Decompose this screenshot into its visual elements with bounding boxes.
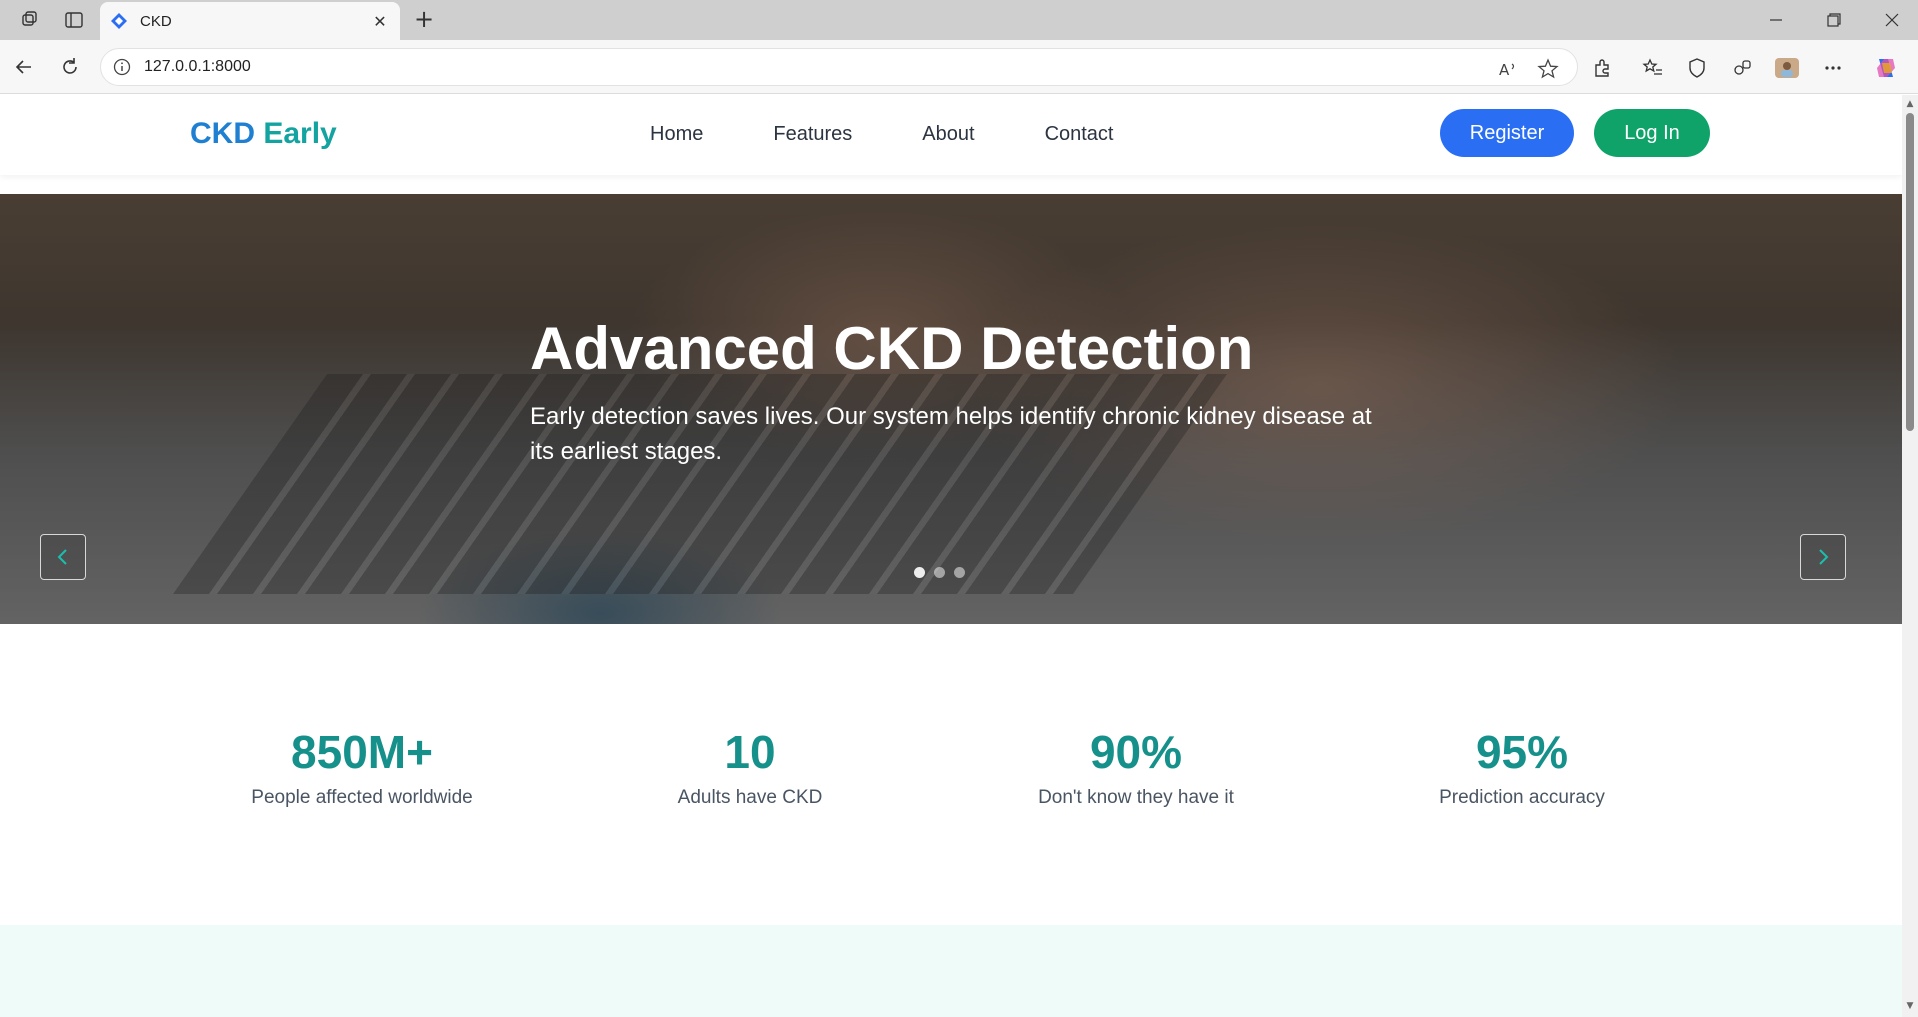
nav-link-about[interactable]: About bbox=[922, 123, 974, 146]
carousel-dot-1[interactable] bbox=[914, 567, 925, 578]
favorite-star-icon[interactable] bbox=[1537, 58, 1559, 80]
extensions-icon[interactable] bbox=[1590, 55, 1616, 81]
stat-value: 90% bbox=[1089, 726, 1183, 778]
collections-icon[interactable] bbox=[1729, 55, 1755, 81]
chevron-left-icon bbox=[57, 549, 67, 565]
more-options-icon[interactable] bbox=[1820, 55, 1846, 81]
browser-tab-active[interactable]: CKD ✕ bbox=[100, 2, 400, 40]
stat-label: Prediction accuracy bbox=[1439, 787, 1605, 808]
stat-value: 850M+ bbox=[291, 726, 433, 778]
tab-close-icon[interactable]: ✕ bbox=[370, 12, 390, 31]
stat-value: 95% bbox=[1475, 726, 1569, 778]
back-icon[interactable] bbox=[10, 53, 38, 81]
read-aloud-icon[interactable]: A bbox=[1497, 58, 1519, 80]
stat-people-affected: 850M+ People affected worldwide bbox=[192, 725, 532, 809]
stat-label: Don't know they have it bbox=[1038, 787, 1234, 808]
site-favicon-icon bbox=[111, 13, 127, 29]
main-nav: Home Features About Contact bbox=[650, 123, 1184, 146]
page-scrollbar[interactable]: ▲ ▼ bbox=[1902, 95, 1918, 1017]
hero-title: Advanced CKD Detection bbox=[530, 315, 1254, 382]
stat-unaware: 90% Don't know they have it bbox=[966, 725, 1306, 809]
nav-link-contact[interactable]: Contact bbox=[1045, 123, 1114, 146]
features-section-start bbox=[0, 925, 1902, 1017]
new-tab-icon[interactable]: + bbox=[410, 6, 438, 34]
tab-title: CKD bbox=[140, 12, 172, 30]
url-text: 127.0.0.1:8000 bbox=[144, 58, 251, 75]
tab-actions-icon[interactable] bbox=[62, 8, 86, 32]
hero-subtitle: Early detection saves lives. Our system … bbox=[530, 403, 1372, 465]
scroll-thumb[interactable] bbox=[1906, 113, 1914, 431]
login-button[interactable]: Log In bbox=[1594, 109, 1710, 157]
carousel-dot-3[interactable] bbox=[954, 567, 965, 578]
stat-value: 10 bbox=[724, 726, 776, 778]
browser-address-bar: 127.0.0.1:8000 A bbox=[0, 40, 1918, 94]
stat-label: People affected worldwide bbox=[251, 787, 473, 808]
carousel-indicators bbox=[914, 567, 965, 578]
favorites-icon[interactable] bbox=[1640, 55, 1666, 81]
stat-prediction-accuracy: 95% Prediction accuracy bbox=[1352, 725, 1692, 809]
hero-carousel: Advanced CKD Detection Early detection s… bbox=[0, 194, 1902, 624]
logo-text-ckd: CKD bbox=[190, 117, 255, 150]
carousel-next-button[interactable] bbox=[1800, 534, 1846, 580]
site-header: CKD Early Home Features About Contact Re… bbox=[0, 95, 1902, 175]
url-input[interactable]: 127.0.0.1:8000 A bbox=[100, 48, 1578, 86]
logo-text-early: Early bbox=[263, 117, 337, 150]
nav-link-home[interactable]: Home bbox=[650, 123, 703, 146]
stat-label: Adults have CKD bbox=[677, 787, 823, 808]
carousel-prev-button[interactable] bbox=[40, 534, 86, 580]
scroll-up-icon[interactable]: ▲ bbox=[1905, 99, 1915, 109]
stat-adults-ckd: 10 Adults have CKD bbox=[580, 725, 920, 809]
site-info-icon[interactable] bbox=[113, 58, 131, 76]
site-logo[interactable]: CKD Early bbox=[190, 117, 337, 151]
page-viewport: CKD Early Home Features About Contact Re… bbox=[0, 95, 1902, 1017]
close-window-icon[interactable] bbox=[1870, 6, 1914, 34]
carousel-dot-2[interactable] bbox=[934, 567, 945, 578]
svg-text:A: A bbox=[1499, 61, 1510, 79]
copilot-icon[interactable] bbox=[1873, 55, 1899, 81]
restore-icon[interactable] bbox=[1812, 6, 1856, 34]
refresh-icon[interactable] bbox=[56, 53, 84, 81]
chevron-right-icon bbox=[1819, 549, 1829, 565]
workspaces-icon[interactable] bbox=[18, 8, 42, 32]
browser-essentials-icon[interactable] bbox=[1684, 55, 1710, 81]
profile-avatar-icon[interactable] bbox=[1774, 55, 1800, 81]
minimize-icon[interactable] bbox=[1754, 6, 1798, 34]
browser-tab-bar: CKD ✕ + bbox=[0, 0, 1918, 40]
register-button[interactable]: Register bbox=[1440, 109, 1574, 157]
nav-link-features[interactable]: Features bbox=[773, 123, 852, 146]
scroll-down-icon[interactable]: ▼ bbox=[1905, 1001, 1915, 1011]
